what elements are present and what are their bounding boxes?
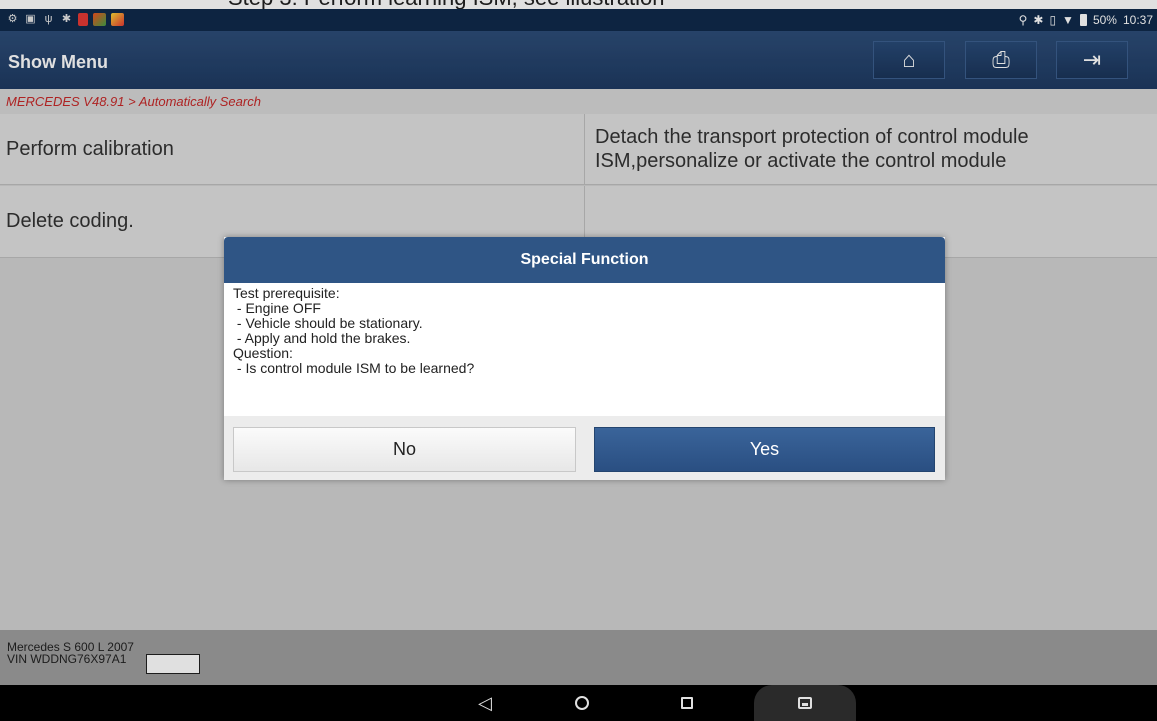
home-nav-button[interactable]	[567, 685, 597, 721]
recent-square-icon	[681, 697, 693, 709]
dialog-line: Test prerequisite:	[233, 285, 340, 301]
special-function-dialog: Special Function Test prerequisite: - En…	[224, 237, 945, 480]
back-triangle-icon: ◁	[478, 692, 492, 713]
image-icon	[798, 697, 812, 709]
dialog-line: - Vehicle should be stationary.	[233, 315, 423, 331]
screenshot-button[interactable]	[754, 685, 856, 721]
yes-button[interactable]: Yes	[594, 427, 935, 472]
recent-apps-button[interactable]	[672, 685, 702, 721]
android-nav-bar: ◁	[0, 685, 1157, 721]
dialog-title: Special Function	[224, 237, 945, 283]
dialog-line: - Is control module ISM to be learned?	[233, 360, 475, 376]
dialog-message: Test prerequisite: - Engine OFF - Vehicl…	[224, 283, 945, 416]
no-button[interactable]: No	[233, 427, 576, 472]
dialog-line: - Engine OFF	[233, 300, 321, 316]
dialog-line: Question:	[233, 345, 293, 361]
back-button[interactable]: ◁	[470, 685, 500, 721]
dialog-line: - Apply and hold the brakes.	[233, 330, 411, 346]
home-circle-icon	[575, 696, 589, 710]
